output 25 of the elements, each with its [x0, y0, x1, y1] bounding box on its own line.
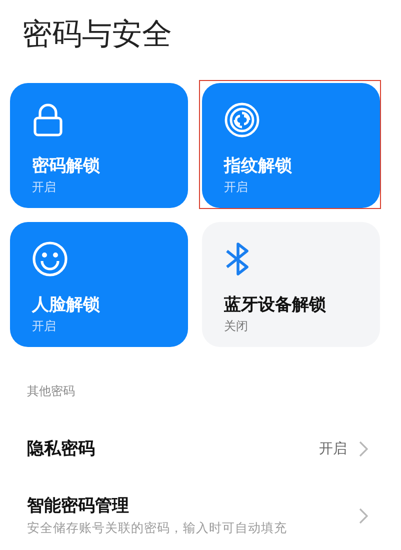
- unlock-card[interactable]: 密码解锁 开启: [10, 83, 188, 208]
- row-title: 隐私密码: [27, 438, 96, 461]
- card-title: 蓝牙设备解锁: [224, 294, 327, 317]
- card-title: 指纹解锁: [224, 155, 293, 178]
- settings-row[interactable]: 隐私密码 开启: [0, 417, 401, 481]
- chevron-right-icon: [359, 508, 368, 524]
- page-title: 密码与安全: [21, 16, 173, 54]
- unlock-card[interactable]: 蓝牙设备解锁 关闭: [202, 222, 380, 347]
- smiley-icon: [32, 241, 68, 277]
- unlock-card[interactable]: 指纹解锁 开启: [202, 83, 380, 208]
- card-title: 人脸解锁: [32, 294, 101, 317]
- unlock-card[interactable]: 人脸解锁 开启: [10, 222, 188, 347]
- chevron-right-icon: [359, 441, 368, 457]
- card-status: 开启: [32, 179, 57, 196]
- lock-icon: [32, 103, 64, 137]
- card-status: 开启: [32, 318, 57, 335]
- section-header: 其他密码: [26, 383, 76, 399]
- row-value: 开启: [319, 440, 347, 458]
- fingerprint-icon: [224, 102, 260, 138]
- card-status: 关闭: [224, 318, 249, 335]
- settings-row[interactable]: 智能密码管理 安全储存账号关联的密码，输入时可自动填充: [0, 481, 401, 550]
- card-status: 开启: [224, 179, 249, 196]
- row-subtitle: 安全储存账号关联的密码，输入时可自动填充: [27, 519, 288, 537]
- row-title: 智能密码管理: [27, 495, 130, 518]
- card-title: 密码解锁: [32, 155, 101, 178]
